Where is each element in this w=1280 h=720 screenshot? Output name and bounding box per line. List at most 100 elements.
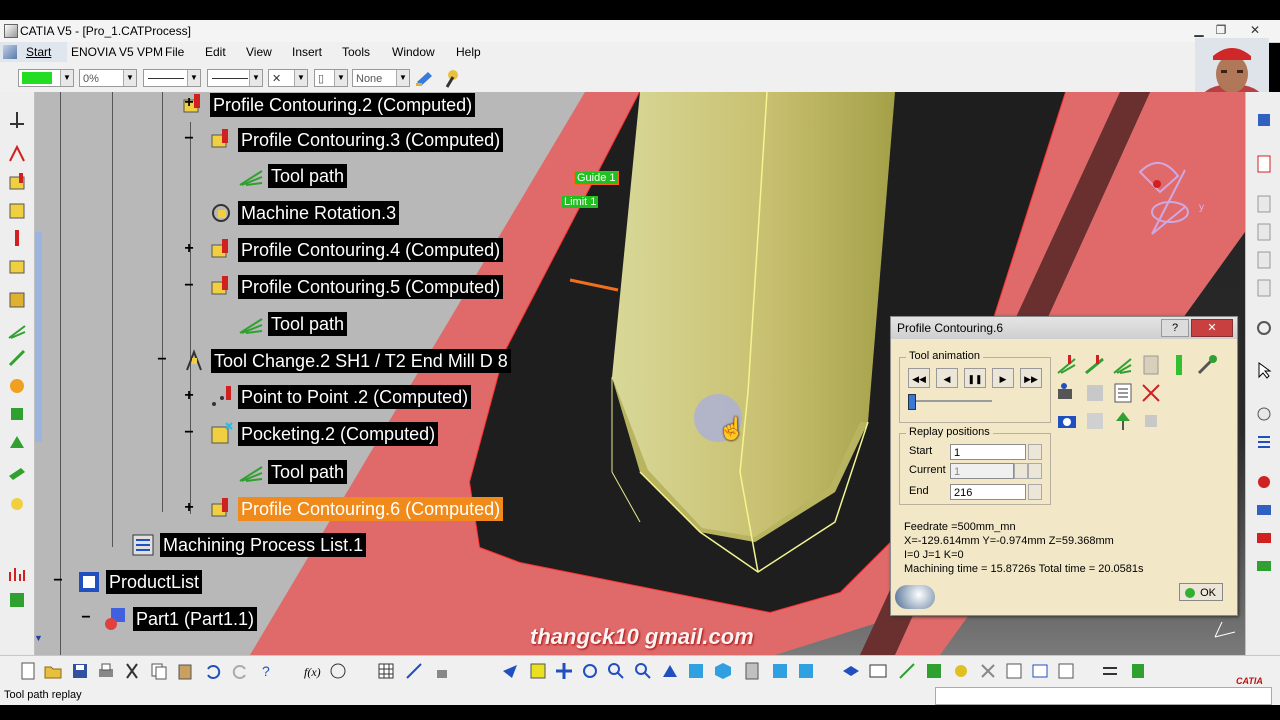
video-icon[interactable] (1055, 381, 1079, 405)
catalog-icon[interactable] (1254, 556, 1274, 576)
tree-icon[interactable] (1111, 409, 1135, 433)
open-folder-icon[interactable] (43, 661, 63, 681)
dialog-close-button[interactable]: ✕ (1191, 319, 1233, 337)
menu-help[interactable]: Help (456, 45, 481, 59)
tree-item-profile-contouring-6[interactable]: Profile Contouring.6 (Computed) (208, 496, 504, 522)
replay-icon[interactable] (7, 348, 27, 368)
close-icon[interactable]: ✕ (1246, 22, 1264, 38)
table-icon[interactable] (376, 661, 396, 681)
collision-icon[interactable] (1139, 409, 1163, 433)
multi-view-icon[interactable] (686, 661, 706, 681)
tree-item-machining-process-list-1[interactable]: Machining Process List.1 (130, 532, 367, 558)
linetype-combo[interactable]: ▼ (207, 69, 263, 87)
export-icon[interactable] (1128, 661, 1148, 681)
package-icon[interactable] (1254, 528, 1274, 548)
axis-system-icon[interactable] (7, 110, 27, 130)
tool-settings-icon[interactable] (1195, 353, 1219, 377)
snap-icon[interactable] (404, 661, 424, 681)
tree-item-tool-path[interactable]: Tool path (238, 311, 348, 337)
tree-item-tool-change-2[interactable]: Tool Change.2 SH1 / T2 End Mill D 8 (181, 348, 511, 374)
tree-item-profile-contouring-2[interactable]: Profile Contouring.2 (Computed) (180, 92, 476, 118)
tree-item-profile-contouring-3[interactable]: Profile Contouring.3 (Computed) (208, 127, 504, 153)
tree-scroll-down-icon[interactable]: ▼ (34, 633, 44, 643)
layer-combo[interactable]: None ▼ (352, 69, 410, 87)
fast-forward-icon[interactable]: ▶▶ (1020, 368, 1042, 388)
part-icon[interactable] (1254, 110, 1274, 130)
menu-tools[interactable]: Tools (342, 45, 370, 59)
delete-icon[interactable] (978, 661, 998, 681)
book-icon[interactable] (1254, 500, 1274, 520)
hide-show-icon[interactable] (770, 661, 790, 681)
menu-edit[interactable]: Edit (205, 45, 226, 59)
doc-icon[interactable] (1254, 194, 1274, 214)
menu-start[interactable]: Start (26, 45, 51, 59)
collapse-icon[interactable]: − (183, 131, 195, 147)
help-button[interactable]: ? (1161, 319, 1189, 337)
tree-item-point-to-point-2[interactable]: Point to Point .2 (Computed) (208, 384, 472, 410)
point-symbol-combo[interactable]: ✕ ▼ (268, 69, 308, 87)
doc-icon[interactable] (1254, 222, 1274, 242)
menu-view[interactable]: View (246, 45, 272, 59)
toolpath-display-icon[interactable] (1083, 353, 1107, 377)
format-painter-icon[interactable] (414, 68, 436, 88)
plane-icon[interactable] (7, 462, 27, 482)
rewind-icon[interactable]: ◀◀ (908, 368, 930, 388)
command-input[interactable] (935, 687, 1272, 705)
camera-icon[interactable] (1055, 409, 1079, 433)
tree-item-profile-contouring-4[interactable]: Profile Contouring.4 (Computed) (208, 237, 504, 263)
verify-icon[interactable] (7, 376, 27, 396)
graph-icon[interactable] (7, 564, 27, 584)
tree-item-machine-rotation-3[interactable]: Machine Rotation.3 (208, 200, 400, 226)
tree-item-tool-path[interactable]: Tool path (238, 163, 348, 189)
layer-icon[interactable] (841, 661, 861, 681)
cl-file-icon[interactable] (951, 661, 971, 681)
tree-item-productlist[interactable]: ProductList (76, 569, 203, 595)
analysis-icon[interactable] (1254, 404, 1274, 424)
fly-icon[interactable] (500, 661, 520, 681)
menu-insert[interactable]: Insert (292, 45, 322, 59)
paste-icon[interactable] (175, 661, 195, 681)
end-pick-icon[interactable] (1028, 484, 1042, 500)
lock-icon[interactable] (432, 661, 452, 681)
drill-icon[interactable] (7, 228, 27, 248)
expand-icon[interactable]: + (183, 241, 195, 257)
sequence-icon[interactable] (897, 661, 917, 681)
tool-change-icon[interactable] (7, 144, 27, 164)
cut-icon[interactable] (122, 661, 142, 681)
catalog-icon[interactable] (1004, 661, 1024, 681)
settings-icon[interactable] (1254, 318, 1274, 338)
collapse-icon[interactable]: − (156, 352, 168, 368)
properties-brush-icon[interactable] (441, 67, 463, 89)
swap-icon[interactable] (1100, 661, 1120, 681)
expand-icon[interactable]: + (183, 95, 195, 111)
zoom-out-icon[interactable] (633, 661, 653, 681)
whats-this-icon[interactable]: ? (258, 661, 278, 681)
nc-output-icon[interactable] (924, 661, 944, 681)
video-settings-icon[interactable] (1083, 409, 1107, 433)
menu-enovia[interactable]: ENOVIA V5 VPM (71, 45, 163, 59)
catia-doc-icon[interactable] (3, 45, 17, 59)
normal-view-icon[interactable] (660, 661, 680, 681)
tool-visual-icon[interactable] (1139, 353, 1163, 377)
output-icon[interactable] (7, 590, 27, 610)
list-icon[interactable] (1254, 432, 1274, 452)
minimize-icon[interactable]: ▁ (1190, 22, 1208, 38)
start-pick-icon[interactable] (1028, 444, 1042, 460)
pocketing-tool-icon[interactable] (7, 200, 27, 220)
pause-icon[interactable]: ❚❚ (964, 368, 986, 388)
chart-icon[interactable] (1056, 661, 1076, 681)
knowledge-icon[interactable] (328, 661, 348, 681)
color-combo[interactable]: ▼ (18, 69, 74, 87)
tree-item-tool-path[interactable]: Tool path (238, 459, 348, 485)
doc-icon[interactable] (1254, 250, 1274, 270)
formula-icon[interactable]: f(x) (302, 661, 322, 681)
doc-icon[interactable] (1254, 278, 1274, 298)
pan-icon[interactable] (554, 661, 574, 681)
current-pick-icon[interactable] (1028, 463, 1042, 479)
step-back-icon[interactable]: ◀ (936, 368, 958, 388)
copy-icon[interactable] (149, 661, 169, 681)
iso-view-icon[interactable] (713, 661, 733, 681)
undo-icon[interactable] (202, 661, 222, 681)
collapse-icon[interactable]: − (80, 610, 92, 626)
tree-item-pocketing-2[interactable]: Pocketing.2 (Computed) (208, 421, 439, 447)
